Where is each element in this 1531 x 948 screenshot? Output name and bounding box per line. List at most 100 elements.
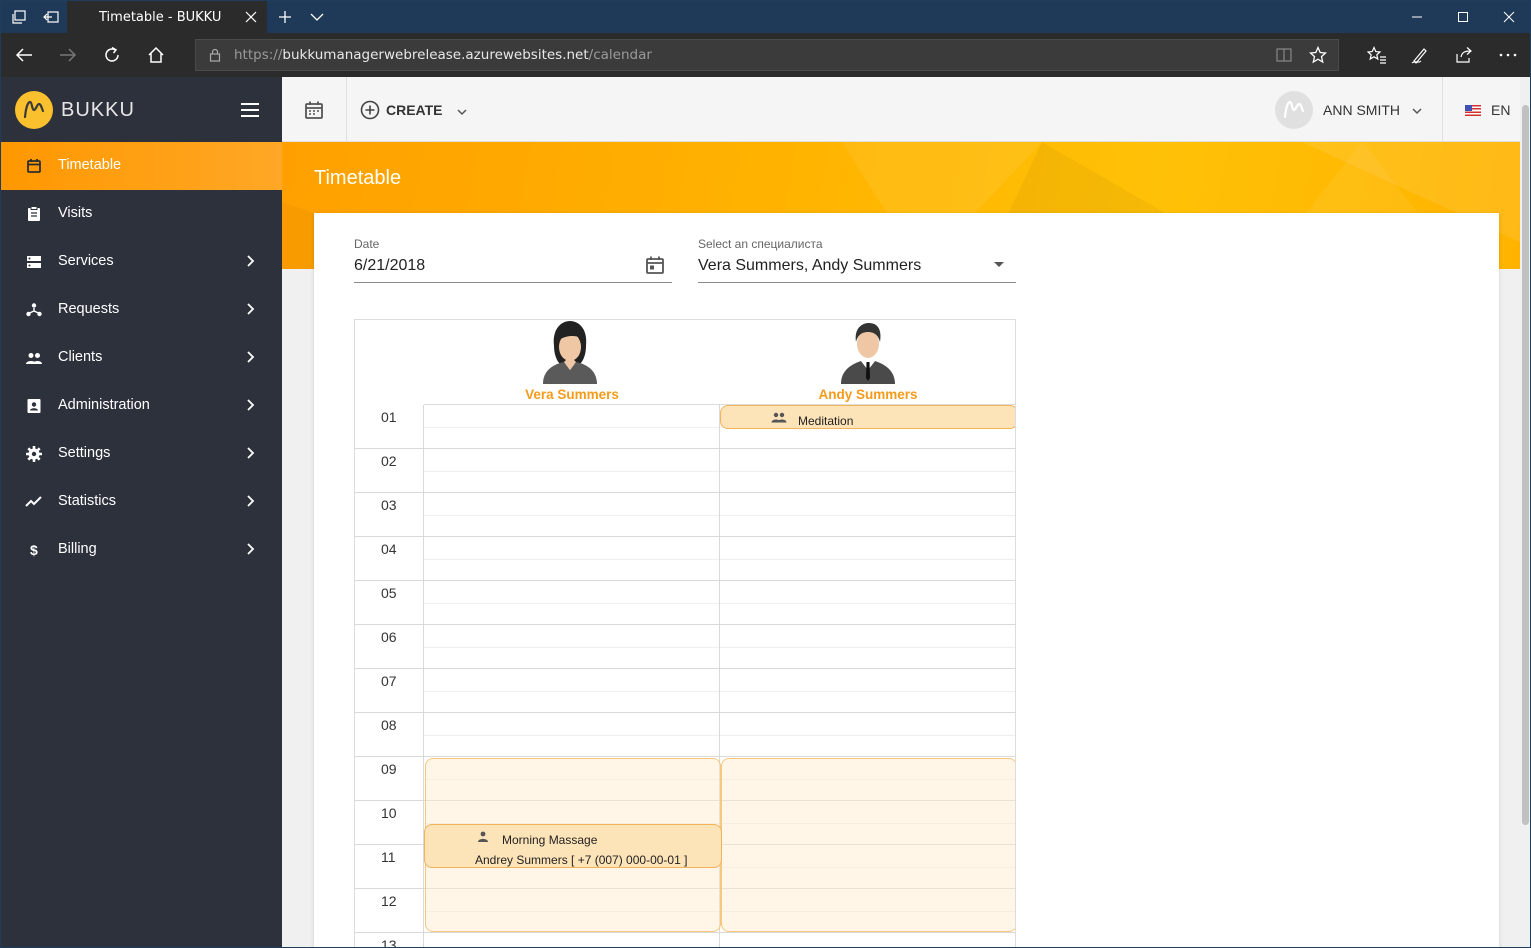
hour-row[interactable]: 06 [355, 625, 1015, 669]
calendar-icon [25, 157, 43, 175]
half-hour-line [424, 515, 1015, 516]
add-circle-icon [360, 100, 380, 125]
hour-label: 05 [381, 585, 397, 601]
half-hour-line [424, 691, 1015, 692]
hour-label: 07 [381, 673, 397, 689]
close-window-icon[interactable] [1486, 1, 1530, 33]
sidebar-item-settings[interactable]: Settings [1, 430, 282, 478]
hour-row[interactable]: 02 [355, 449, 1015, 493]
dropdown-arrow-icon[interactable] [988, 258, 1010, 280]
us-flag-icon [1465, 104, 1481, 116]
requests-icon [25, 301, 43, 319]
half-hour-line [424, 471, 1015, 472]
hour-row[interactable]: 13 [355, 933, 1015, 947]
user-menu[interactable]: ANN SMITH [1275, 91, 1425, 129]
hour-row[interactable]: 04 [355, 537, 1015, 581]
person-icon [475, 830, 491, 842]
menu-toggle-icon[interactable] [239, 101, 261, 119]
column-header-vera[interactable]: Vera Summers [424, 320, 720, 405]
half-hour-line [424, 559, 1015, 560]
sidebar-item-label: Settings [58, 445, 111, 461]
sidebar-item-services[interactable]: Services [1, 238, 282, 286]
close-tab-icon[interactable] [243, 9, 259, 25]
svg-text:$: $ [30, 542, 38, 558]
page-scrollbar[interactable] [1520, 77, 1530, 947]
tab-dropdown-icon[interactable] [301, 1, 333, 33]
back-icon[interactable] [8, 39, 40, 71]
sidebar-item-requests[interactable]: Requests [1, 286, 282, 334]
sidebar-item-administration[interactable]: Administration [1, 382, 282, 430]
reading-view-icon[interactable] [1276, 47, 1292, 68]
sidebar-item-label: Clients [58, 349, 103, 365]
hour-row[interactable]: 05 [355, 581, 1015, 625]
hour-row[interactable]: 07 [355, 669, 1015, 713]
hour-label: 12 [381, 893, 397, 909]
specialist-name: Andy Summers [818, 387, 918, 402]
hour-label: 09 [381, 761, 397, 777]
hour-label: 11 [381, 849, 396, 865]
browser-tab[interactable]: Timetable - BUKKU [67, 1, 267, 33]
favorite-star-icon[interactable] [1308, 45, 1328, 69]
main-content: Timetable Date 6/21/2018 Select an специ… [282, 142, 1520, 947]
specialist-label: Select an специалиста [698, 237, 823, 251]
event-title: Meditation [798, 414, 854, 428]
language-selector[interactable]: EN [1465, 101, 1510, 119]
sidebar-item-label: Administration [58, 397, 150, 413]
favorites-hub-icon[interactable] [1361, 39, 1393, 71]
share-icon[interactable] [1448, 39, 1480, 71]
date-label: Date [354, 237, 380, 251]
chevron-right-icon [243, 542, 257, 556]
column-header-andy[interactable]: Andy Summers [720, 320, 1015, 405]
brand[interactable]: BUKKU [1, 77, 282, 142]
page-title: Timetable [314, 167, 402, 189]
sidebar-item-billing[interactable]: $ Billing [1, 526, 282, 574]
minimize-icon[interactable] [1394, 1, 1440, 33]
services-icon [25, 253, 43, 271]
calendar-picker-icon[interactable] [644, 254, 666, 276]
set-tabs-aside-icon[interactable] [35, 1, 67, 33]
clipboard-icon [25, 205, 43, 223]
half-hour-line [424, 603, 1015, 604]
chevron-down-icon[interactable] [456, 104, 468, 122]
sidebar-item-label: Timetable [58, 157, 122, 173]
working-hours-block[interactable] [721, 758, 1015, 932]
hour-row[interactable]: 08 [355, 713, 1015, 757]
date-field[interactable]: Date 6/21/2018 [354, 237, 672, 283]
date-input[interactable]: 6/21/2018 [354, 257, 425, 275]
tab-list-icon[interactable] [3, 1, 35, 33]
calendar-view-icon[interactable] [282, 77, 347, 142]
chevron-right-icon [243, 350, 257, 364]
group-icon [771, 411, 787, 423]
maximize-icon[interactable] [1440, 1, 1486, 33]
gear-icon [25, 445, 43, 463]
refresh-icon[interactable] [96, 39, 128, 71]
hour-row[interactable]: 03 [355, 493, 1015, 537]
avatar [1275, 91, 1313, 129]
create-label: CREATE [386, 102, 443, 118]
address-bar[interactable]: https://bukkumanagerwebrelease.azurewebs… [195, 39, 1339, 71]
chevron-down-icon [1411, 104, 1423, 116]
scrollbar-thumb[interactable] [1522, 105, 1529, 825]
sidebar-item-timetable[interactable]: Timetable [1, 142, 282, 190]
chevron-right-icon [243, 254, 257, 268]
more-icon[interactable] [1492, 39, 1524, 71]
pen-notes-icon[interactable] [1404, 39, 1436, 71]
event-morning-massage[interactable]: Morning Massage Andrey Summers [ +7 (007… [424, 824, 722, 868]
sidebar-item-visits[interactable]: Visits [1, 190, 282, 238]
half-hour-line [424, 735, 1015, 736]
sidebar-item-clients[interactable]: Clients [1, 334, 282, 382]
sidebar-item-statistics[interactable]: Statistics [1, 478, 282, 526]
hour-label: 06 [381, 629, 397, 645]
sidebar: BUKKU Timetable Visits Services Requests… [1, 77, 282, 947]
hour-label: 03 [381, 497, 397, 513]
specialist-select[interactable]: Select an специалиста Vera Summers, Andy… [698, 237, 1016, 283]
specialist-value[interactable]: Vera Summers, Andy Summers [698, 257, 921, 275]
specialist-name: Vera Summers [525, 387, 619, 402]
browser-toolbar: https://bukkumanagerwebrelease.azurewebs… [1, 33, 1530, 77]
new-tab-icon[interactable] [269, 1, 301, 33]
home-icon[interactable] [140, 39, 172, 71]
event-meditation[interactable]: Meditation [720, 405, 1015, 429]
forward-icon[interactable] [52, 39, 84, 71]
female-avatar-icon [540, 320, 600, 384]
chevron-right-icon [243, 494, 257, 508]
